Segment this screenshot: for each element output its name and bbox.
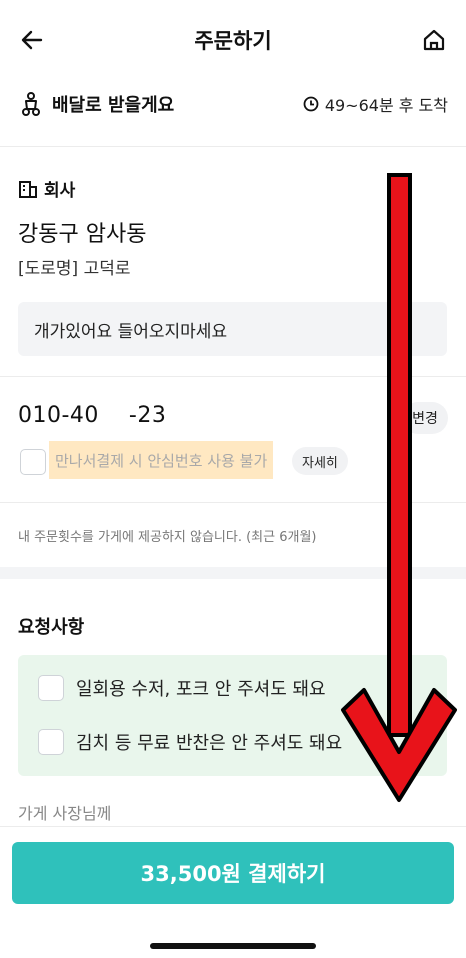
divider — [0, 146, 466, 147]
home-indicator — [150, 943, 316, 949]
eta: 49~64분 후 도착 — [303, 92, 448, 116]
phone-number: 010-40 -23 — [18, 403, 167, 428]
requests-title: 요청사항 — [18, 617, 85, 638]
divider — [0, 502, 466, 503]
request-checkbox[interactable] — [38, 729, 64, 755]
safe-number-notice: 만나서결제 시 안심번호 사용 불가 — [49, 441, 274, 479]
address-label-row: 회사 — [18, 176, 75, 201]
home-icon — [423, 29, 445, 51]
request-option[interactable]: 김치 등 무료 반찬은 안 주셔도 돼요 — [38, 729, 342, 755]
delivery-mode-row: 배달로 받을게요 49~64분 후 도착 — [18, 88, 448, 120]
safe-number-checkbox[interactable] — [20, 449, 46, 475]
pay-button[interactable]: 33,500원 결제하기 — [12, 842, 454, 904]
delivery-mode-label: 배달로 받을게요 — [52, 95, 175, 116]
address-sub: [도로명] 고덕로 — [18, 259, 131, 279]
rider-memo-field[interactable]: 개가있어요 들어오지마세요 — [18, 302, 447, 356]
change-phone-button[interactable]: 변경 — [402, 402, 448, 434]
order-count-note: 내 주문횟수를 가게에 제공하지 않습니다. (최근 6개월) — [18, 530, 317, 545]
address-label: 회사 — [44, 181, 76, 201]
section-separator — [0, 567, 466, 579]
request-checkbox[interactable] — [38, 675, 64, 701]
divider — [0, 376, 466, 377]
payment-footer: 33,500원 결제하기 — [0, 826, 466, 958]
header-bar: 주문하기 — [0, 0, 466, 76]
building-icon — [19, 180, 37, 198]
page-title: 주문하기 — [194, 29, 272, 53]
clock-icon — [303, 96, 319, 112]
rider-memo-text: 개가있어요 들어오지마세요 — [34, 321, 228, 342]
request-options-box: 일회용 수저, 포크 안 주셔도 돼요 김치 등 무료 반찬은 안 주셔도 돼요 — [18, 655, 447, 776]
owner-request-label: 가게 사장님께 — [18, 804, 112, 823]
delivery-mode: 배달로 받을게요 — [18, 91, 174, 117]
request-option[interactable]: 일회용 수저, 포크 안 주셔도 돼요 — [38, 675, 326, 701]
request-option-label: 일회용 수저, 포크 안 주셔도 돼요 — [76, 679, 326, 700]
request-option-label: 김치 등 무료 반찬은 안 주셔도 돼요 — [76, 733, 343, 754]
home-button[interactable] — [416, 22, 452, 58]
address-main: 강동구 암사동 — [18, 222, 147, 247]
eta-label: 49~64분 후 도착 — [324, 96, 448, 115]
safe-number-detail-button[interactable]: 자세히 — [292, 447, 348, 475]
scooter-icon — [22, 92, 40, 116]
